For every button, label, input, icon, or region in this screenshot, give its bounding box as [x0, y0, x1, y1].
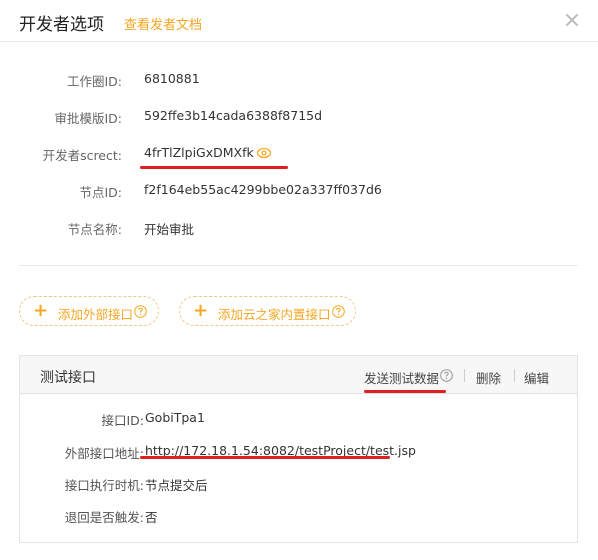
add-builtin-interface-label: 添加云之家内置接口: [218, 307, 331, 322]
action-separator: [464, 369, 465, 382]
external-url-label: 外部接口地址:: [64, 446, 144, 461]
secret-highlight-underline: [140, 166, 288, 169]
test-interface-panel: 测试接口 发送测试数据 删除 编辑 接口ID: GobiTpa1 外部接口地址:…: [19, 355, 578, 543]
add-builtin-interface-button[interactable]: + 添加云之家内置接口: [179, 296, 356, 326]
add-external-interface-button[interactable]: + 添加外部接口: [19, 296, 159, 326]
send-test-data-highlight-underline: [364, 390, 446, 393]
info-row-node-id: 节点ID: f2f164eb55ac4299bbe02a337ff037d6: [0, 180, 598, 200]
secret-value: 4frTlZlpiGxDMXfk: [144, 145, 254, 160]
info-row-node-name: 节点名称: 开始审批: [0, 217, 598, 237]
test-panel-header: 测试接口 发送测试数据 删除 编辑: [20, 356, 577, 394]
external-url-highlight-underline: [140, 456, 390, 459]
info-row-workcircle-id: 工作圈ID: 6810881: [0, 69, 598, 89]
action-separator: [514, 369, 515, 382]
workcircle-id-label: 工作圈ID:: [66, 74, 122, 89]
node-id-label: 节点ID:: [79, 185, 122, 200]
question-icon[interactable]: [332, 305, 345, 318]
edit-button[interactable]: 编辑: [524, 368, 549, 387]
trigger-on-return-value: 否: [145, 510, 158, 525]
close-icon[interactable]: [563, 11, 581, 29]
trigger-on-return-row: 退回是否触发: 否: [20, 505, 577, 525]
section-divider: [19, 265, 578, 266]
execution-timing-label: 接口执行时机:: [64, 478, 144, 493]
interface-id-row: 接口ID: GobiTpa1: [20, 408, 577, 428]
interface-id-value: GobiTpa1: [145, 410, 205, 425]
node-name-label: 节点名称:: [67, 222, 122, 237]
info-row-secret: 开发者screct: 4frTlZlpiGxDMXfk: [0, 143, 598, 163]
view-docs-link[interactable]: 查看发者文档: [124, 14, 202, 33]
template-id-label: 审批模版ID:: [54, 111, 122, 126]
question-icon[interactable]: [440, 369, 453, 382]
trigger-on-return-label: 退回是否触发:: [64, 510, 144, 525]
test-panel-title: 测试接口: [40, 370, 96, 386]
delete-button[interactable]: 删除: [476, 368, 501, 387]
interface-id-label: 接口ID:: [101, 413, 144, 428]
dialog-title: 开发者选项: [19, 15, 104, 35]
execution-timing-value: 节点提交后: [145, 478, 208, 493]
node-name-value: 开始审批: [144, 222, 195, 237]
node-id-value: f2f164eb55ac4299bbe02a337ff037d6: [144, 182, 382, 197]
execution-timing-row: 接口执行时机: 节点提交后: [20, 473, 577, 493]
send-test-data-button[interactable]: 发送测试数据: [364, 368, 439, 387]
workcircle-id-value: 6810881: [144, 71, 200, 86]
template-id-value: 592ffe3b14cada6388f8715d: [144, 108, 323, 123]
eye-icon[interactable]: [256, 146, 272, 160]
dialog-header: 开发者选项 查看发者文档: [0, 0, 598, 42]
plus-icon: +: [33, 300, 49, 321]
plus-icon: +: [193, 300, 209, 321]
add-external-interface-label: 添加外部接口: [58, 307, 134, 322]
question-icon[interactable]: [134, 305, 147, 318]
secret-label: 开发者screct:: [42, 148, 122, 163]
info-row-template-id: 审批模版ID: 592ffe3b14cada6388f8715d: [0, 106, 598, 126]
